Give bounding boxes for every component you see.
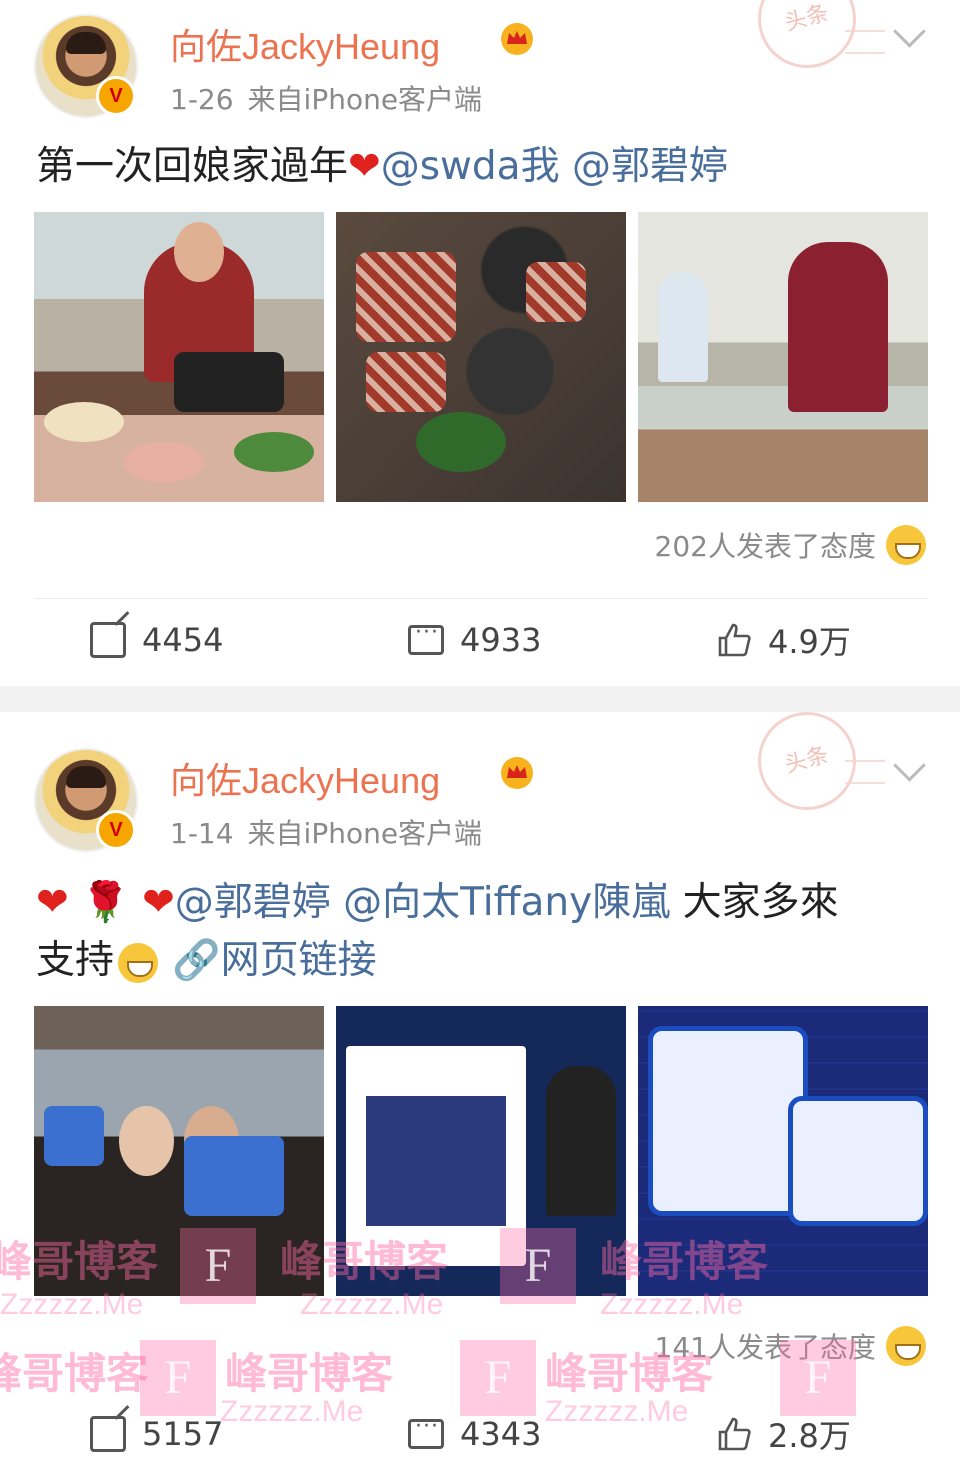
watermark-text: 峰哥博客: [0, 1238, 159, 1285]
verified-badge-icon: V: [96, 810, 136, 850]
watermark-text: 峰哥博客: [545, 1350, 714, 1397]
reactions-text: 202人发表了态度: [654, 530, 876, 563]
post-image[interactable]: [638, 212, 928, 502]
comment-button[interactable]: 4933: [408, 610, 541, 670]
post-date: 1-26: [170, 83, 234, 116]
watermark-domain: Zzzzzz.Me: [0, 1288, 144, 1321]
comment-icon: [408, 1414, 444, 1449]
heart-icon: ❤: [36, 880, 69, 925]
grin-emoji-icon: [886, 525, 926, 565]
stamp-lines: [845, 30, 885, 54]
watermark-logo: F: [180, 1228, 256, 1304]
mention-link[interactable]: @郭碧婷: [175, 880, 331, 925]
image-grid: [34, 1006, 928, 1296]
post-image[interactable]: [34, 212, 324, 502]
post-meta: 1-26 来自iPhone客户端: [170, 78, 482, 118]
reactions-summary[interactable]: 202人发表了态度: [655, 525, 926, 565]
post-image[interactable]: [336, 212, 626, 502]
watermark-logo: F: [460, 1340, 536, 1416]
post-text: ❤ 🌹 ❤@郭碧婷 @向太Tiffany陳嵐 大家多來 支持 🔗网页链接: [36, 874, 936, 990]
repost-count: 5157: [142, 1415, 224, 1453]
watermark-text: 峰哥博客: [600, 1238, 769, 1285]
grin-emoji-icon: [886, 1326, 926, 1366]
image-grid: [34, 212, 928, 502]
heart-icon: ❤: [348, 144, 381, 189]
post-source: 来自iPhone客户端: [247, 817, 483, 850]
action-bar: 4454 4933 4.9万: [0, 610, 960, 670]
post-source: 来自iPhone客户端: [247, 83, 483, 116]
grin-emoji-icon: [118, 942, 159, 983]
username[interactable]: 向佐JackyHeung: [170, 18, 440, 70]
verified-badge-icon: V: [96, 76, 136, 116]
chevron-down-icon[interactable]: [893, 15, 926, 48]
weibo-post-1: V 向佐JackyHeung 1-26 来自iPhone客户端 头条 第一次回娘家…: [0, 0, 960, 686]
username[interactable]: 向佐JackyHeung: [170, 752, 440, 804]
watermark-text: 峰哥博客: [225, 1350, 394, 1397]
stamp-lines: [845, 760, 885, 784]
watermark-text: 峰哥博客: [0, 1350, 149, 1397]
like-icon: [718, 1417, 751, 1451]
chevron-down-icon[interactable]: [893, 749, 926, 782]
repost-icon: [90, 622, 126, 658]
avatar[interactable]: V: [34, 14, 138, 118]
avatar[interactable]: V: [34, 748, 138, 852]
watermark-logo: F: [780, 1340, 856, 1416]
watermark-logo: F: [500, 1228, 576, 1304]
divider: [34, 598, 928, 599]
repost-button[interactable]: 4454: [90, 610, 223, 670]
like-count: 2.8万: [768, 1417, 851, 1455]
post-separator: [0, 686, 960, 712]
like-count: 4.9万: [768, 623, 851, 661]
watermark-domain: Zzzzzz.Me: [600, 1288, 744, 1321]
repost-icon: [90, 1416, 126, 1452]
watermark-text: 峰哥博客: [280, 1238, 449, 1285]
watermark-domain: Zzzzzz.Me: [300, 1288, 444, 1321]
comment-icon: [408, 620, 444, 655]
post-text-line2: 支持: [36, 938, 115, 983]
post-text: 第一次回娘家過年❤@swda我 @郭碧婷: [36, 138, 728, 196]
comment-count: 4343: [460, 1415, 542, 1453]
like-icon: [718, 623, 751, 657]
watermark-logo: F: [140, 1340, 216, 1416]
post-text-mid: 大家多來: [682, 880, 839, 925]
mention-link[interactable]: @向太Tiffany陳嵐: [343, 880, 670, 925]
watermark-domain: Zzzzzz.Me: [220, 1395, 364, 1428]
post-date: 1-14: [170, 817, 234, 850]
mention-link[interactable]: @郭碧婷: [572, 144, 728, 189]
link-icon: 🔗: [172, 938, 221, 983]
post-text-prefix: 第一次回娘家過年: [36, 144, 349, 189]
like-button[interactable]: 4.9万: [716, 610, 851, 670]
web-link[interactable]: 网页链接: [221, 938, 377, 983]
mention-link[interactable]: @swda我: [381, 144, 560, 189]
rose-icon: 🌹: [81, 880, 130, 925]
post-meta: 1-14 来自iPhone客户端: [170, 812, 482, 852]
watermark-domain: Zzzzzz.Me: [545, 1395, 689, 1428]
crown-icon: [501, 23, 533, 55]
comment-count: 4933: [460, 621, 542, 659]
heart-icon: ❤: [142, 880, 175, 925]
repost-count: 4454: [142, 621, 224, 659]
crown-icon: [501, 757, 533, 789]
